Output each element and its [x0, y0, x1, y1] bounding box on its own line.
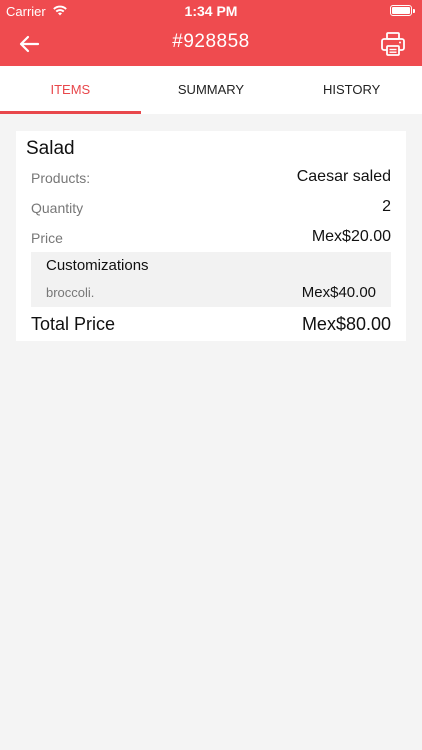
- total-price-value: Mex$80.00: [301, 314, 391, 334]
- tab-items[interactable]: ITEMS: [0, 66, 141, 114]
- price-label: Price: [31, 230, 63, 246]
- products-value: Caesar saled: [296, 168, 391, 185]
- battery-icon: [390, 5, 415, 16]
- order-number-title: #928858: [172, 31, 250, 52]
- quantity-label: Quantity: [31, 200, 84, 216]
- print-button[interactable]: [378, 29, 408, 59]
- customizations-box: Customizations broccoli. Mex$40.00: [31, 252, 391, 307]
- tab-history[interactable]: HISTORY: [281, 66, 422, 114]
- quantity-value: 2: [382, 198, 391, 215]
- products-row: Products: Caesar saled: [31, 168, 391, 190]
- item-name: Salad: [26, 138, 75, 159]
- tab-summary[interactable]: SUMMARY: [141, 66, 282, 114]
- customizations-title: Customizations: [46, 257, 149, 274]
- quantity-row: Quantity 2: [31, 198, 391, 220]
- price-value: Mex$20.00: [311, 228, 391, 245]
- tab-bar: ITEMS SUMMARY HISTORY: [0, 66, 422, 114]
- products-label: Products:: [31, 170, 91, 186]
- total-price-label: Total Price: [31, 314, 116, 334]
- status-time: 1:34 PM: [184, 3, 238, 19]
- price-row: Price Mex$20.00: [31, 228, 391, 250]
- total-price-row: Total Price Mex$80.00: [31, 314, 391, 340]
- order-item-card: Salad Products: Caesar saled Quantity 2 …: [16, 131, 406, 341]
- customization-price: Mex$40.00: [301, 284, 376, 301]
- nav-bar: #928858: [0, 22, 422, 66]
- app-header: Carrier 1:34 PM #928858: [0, 0, 422, 66]
- printer-icon: [381, 32, 405, 56]
- customization-name: broccoli.: [46, 285, 95, 300]
- status-bar: Carrier 1:34 PM: [0, 0, 422, 22]
